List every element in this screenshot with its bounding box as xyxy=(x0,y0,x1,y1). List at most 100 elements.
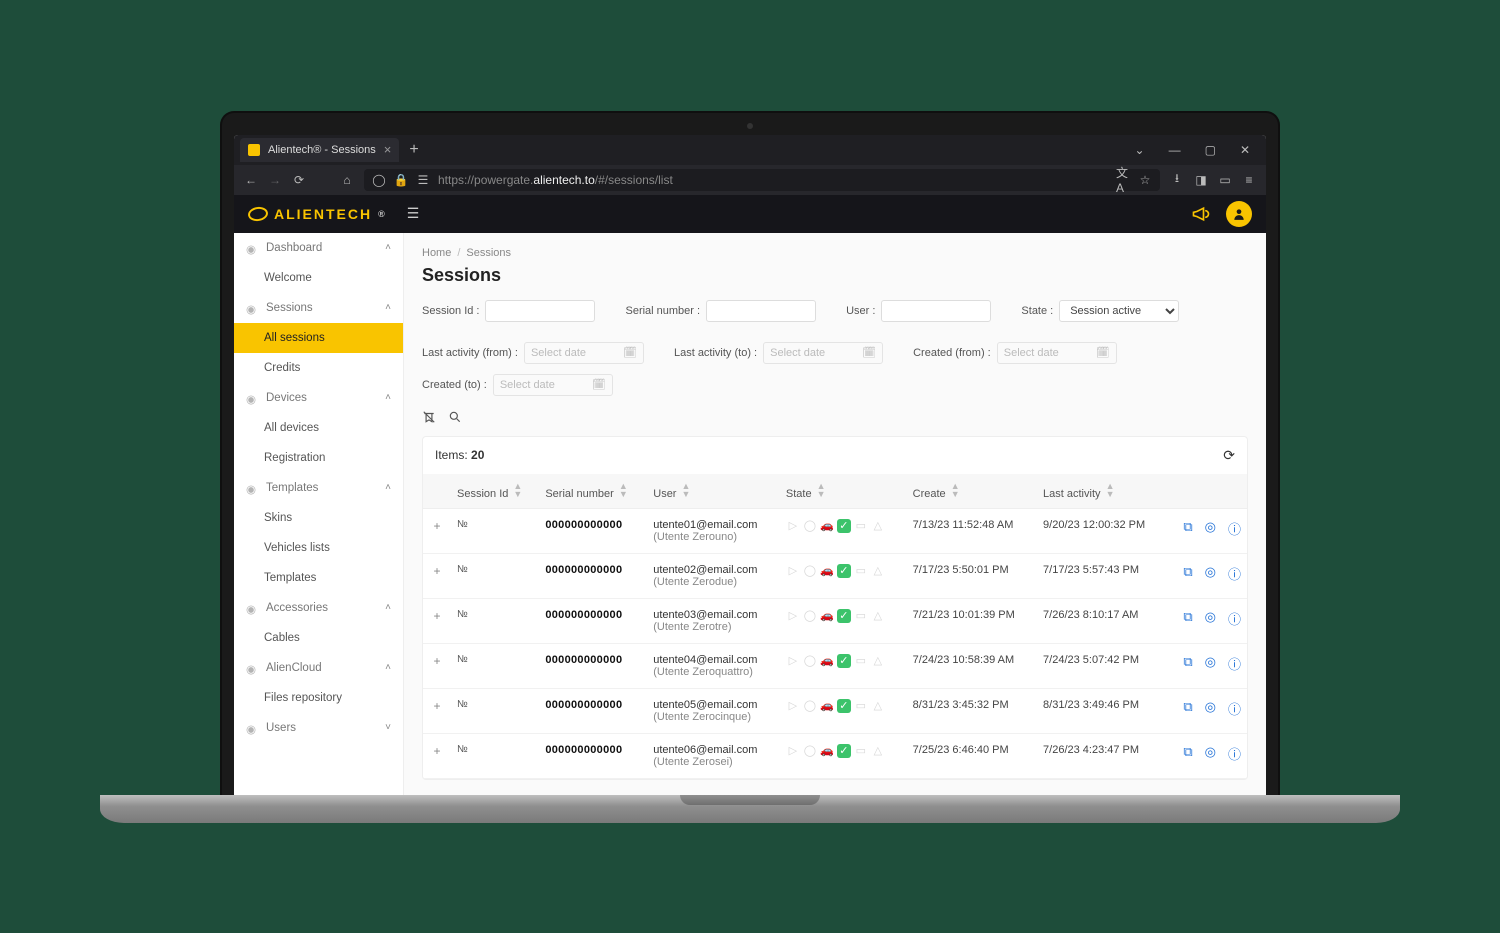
sidebar-item-credits[interactable]: Credits xyxy=(234,353,403,383)
sidebar-group-aliencloud[interactable]: ◉AlienCloud˄ xyxy=(234,653,403,683)
view-action-icon[interactable]: ◎ xyxy=(1205,699,1216,718)
breadcrumb-home[interactable]: Home xyxy=(422,247,451,259)
filter-label-created-to: Created (to) : xyxy=(422,379,487,391)
sidebar: ◉Dashboard˄Welcome◉Sessions˄All sessions… xyxy=(234,233,404,795)
user-cell: utente06@email.com(Utente Zerosei) xyxy=(647,733,780,778)
user-input[interactable] xyxy=(881,300,991,322)
new-tab-button[interactable]: + xyxy=(403,141,424,159)
expand-row-button[interactable]: + xyxy=(423,598,451,643)
activity-from-date-input[interactable]: Select date 🗓 xyxy=(524,342,644,364)
info-action-icon[interactable]: ⓘ xyxy=(1228,699,1241,718)
activity-to-date-input[interactable]: Select date 🗓 xyxy=(763,342,883,364)
info-action-icon[interactable]: ⓘ xyxy=(1228,564,1241,583)
user-avatar[interactable] xyxy=(1226,201,1252,227)
chevron-down-icon[interactable]: ⌄ xyxy=(1125,143,1155,157)
table-header[interactable]: User ▲▼ xyxy=(647,474,780,509)
view-action-icon[interactable]: ◎ xyxy=(1205,519,1216,538)
sidebar-item-registration[interactable]: Registration xyxy=(234,443,403,473)
sidebar-item-all-sessions[interactable]: All sessions xyxy=(234,323,403,353)
menu-icon[interactable]: ≡ xyxy=(1242,173,1256,187)
sidebar-item-skins[interactable]: Skins xyxy=(234,503,403,533)
bookmark-icon[interactable]: ☆ xyxy=(1138,173,1152,187)
sidebar-item-all-devices[interactable]: All devices xyxy=(234,413,403,443)
close-icon[interactable]: × xyxy=(384,142,392,157)
filter-label-created-from: Created (from) : xyxy=(913,347,991,359)
sidebar-group-templates[interactable]: ◉Templates˄ xyxy=(234,473,403,503)
view-action-icon[interactable]: ◎ xyxy=(1205,744,1216,763)
expand-row-button[interactable]: + xyxy=(423,688,451,733)
info-action-icon[interactable]: ⓘ xyxy=(1228,744,1241,763)
download-icon[interactable]: ⭳ xyxy=(1170,173,1184,187)
account-icon[interactable]: ▭ xyxy=(1218,173,1232,187)
open-action-icon[interactable]: ⧉ xyxy=(1183,564,1192,583)
home-icon[interactable]: ⌂ xyxy=(340,173,354,187)
filter-label-session-id: Session Id : xyxy=(422,305,479,317)
sidebar-toggle-icon[interactable]: ☰ xyxy=(407,205,420,222)
window-maximize-button[interactable]: ▢ xyxy=(1195,143,1226,157)
expand-row-button[interactable]: + xyxy=(423,643,451,688)
info-action-icon[interactable]: ⓘ xyxy=(1228,654,1241,673)
refresh-icon[interactable]: ⟳ xyxy=(1223,447,1235,464)
table-header[interactable]: State ▲▼ xyxy=(780,474,907,509)
url-bar[interactable]: ◯ 🔒 ☰ https://powergate.alientech.to/#/s… xyxy=(364,169,1160,191)
sidebar-item-cables[interactable]: Cables xyxy=(234,623,403,653)
sidebar-group-dashboard[interactable]: ◉Dashboard˄ xyxy=(234,233,403,263)
sidebar-item-welcome[interactable]: Welcome xyxy=(234,263,403,293)
open-action-icon[interactable]: ⧉ xyxy=(1183,609,1192,628)
window-minimize-button[interactable]: — xyxy=(1159,143,1191,157)
table-row: +№000000000000utente06@email.com(Utente … xyxy=(423,733,1247,778)
session-id-input[interactable] xyxy=(485,300,595,322)
filters: Session Id : Serial number : User : xyxy=(422,300,1248,396)
sidebar-group-devices[interactable]: ◉Devices˄ xyxy=(234,383,403,413)
search-icon[interactable] xyxy=(448,410,462,424)
clear-filters-icon[interactable] xyxy=(422,410,436,424)
reload-icon[interactable]: ⟳ xyxy=(292,173,306,187)
user-cell: utente03@email.com(Utente Zerotre) xyxy=(647,598,780,643)
state-select[interactable]: Session active xyxy=(1059,300,1179,322)
view-action-icon[interactable]: ◎ xyxy=(1205,564,1216,583)
extensions-icon[interactable]: ◨ xyxy=(1194,173,1208,187)
view-action-icon[interactable]: ◎ xyxy=(1205,654,1216,673)
table-row: +№000000000000utente02@email.com(Utente … xyxy=(423,553,1247,598)
view-action-icon[interactable]: ◎ xyxy=(1205,609,1216,628)
breadcrumb-separator: / xyxy=(457,247,460,259)
expand-row-button[interactable]: + xyxy=(423,508,451,553)
open-action-icon[interactable]: ⧉ xyxy=(1183,744,1192,763)
back-icon[interactable]: ← xyxy=(244,173,258,187)
open-action-icon[interactable]: ⧉ xyxy=(1183,519,1192,538)
created-to-date-input[interactable]: Select date 🗓 xyxy=(493,374,613,396)
window-close-button[interactable]: ✕ xyxy=(1230,143,1260,157)
table-header[interactable]: Session Id ▲▼ xyxy=(451,474,539,509)
info-action-icon[interactable]: ⓘ xyxy=(1228,609,1241,628)
create-cell: 7/25/23 6:46:40 PM xyxy=(907,733,1037,778)
open-action-icon[interactable]: ⧉ xyxy=(1183,654,1192,673)
app-logo[interactable]: ALIENTECH® xyxy=(248,206,387,222)
table-header[interactable]: Last activity ▲▼ xyxy=(1037,474,1167,509)
sidebar-item-templates[interactable]: Templates xyxy=(234,563,403,593)
logo-mark-icon xyxy=(247,205,269,222)
sidebar-group-accessories[interactable]: ◉Accessories˄ xyxy=(234,593,403,623)
sidebar-group-users[interactable]: ◉Users˅ xyxy=(234,713,403,743)
table-header[interactable]: Create ▲▼ xyxy=(907,474,1037,509)
info-action-icon[interactable]: ⓘ xyxy=(1228,519,1241,538)
expand-row-button[interactable]: + xyxy=(423,553,451,598)
state-play-icon: ▷ xyxy=(786,609,800,623)
created-from-date-input[interactable]: Select date 🗓 xyxy=(997,342,1117,364)
sidebar-item-vehicles-lists[interactable]: Vehicles lists xyxy=(234,533,403,563)
sidebar-group-icon: ◉ xyxy=(246,722,258,734)
url-path: /#/sessions/list xyxy=(595,173,673,187)
table-header[interactable]: Serial number ▲▼ xyxy=(539,474,647,509)
translate-icon[interactable]: 文A xyxy=(1116,173,1130,187)
expand-row-button[interactable]: + xyxy=(423,733,451,778)
announcements-icon[interactable] xyxy=(1188,201,1214,227)
create-cell: 7/17/23 5:50:01 PM xyxy=(907,553,1037,598)
sidebar-item-files-repository[interactable]: Files repository xyxy=(234,683,403,713)
forward-icon[interactable]: → xyxy=(268,173,282,187)
screen: Alientech® - Sessions × + ⌄ — ▢ ✕ ← → ⟳ … xyxy=(234,135,1266,795)
chevron-icon: ˄ xyxy=(385,302,391,313)
sidebar-group-sessions[interactable]: ◉Sessions˄ xyxy=(234,293,403,323)
serial-input[interactable] xyxy=(706,300,816,322)
sidebar-group-icon: ◉ xyxy=(246,242,258,254)
browser-tab[interactable]: Alientech® - Sessions × xyxy=(240,138,399,162)
open-action-icon[interactable]: ⧉ xyxy=(1183,699,1192,718)
